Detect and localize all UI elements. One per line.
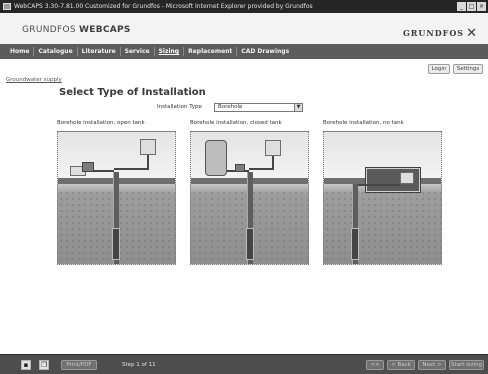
option-label-open-tank: Borehole installation, open tank (57, 120, 145, 126)
nav-literature[interactable]: Literature (78, 47, 121, 56)
soil-texture (324, 190, 441, 264)
dropdown-arrow-icon[interactable]: ▼ (294, 104, 302, 111)
option-label-no-tank: Borehole installation, no tank (323, 120, 404, 126)
window-title: WebCAPS 3.30-7.81.00 Customized for Grun… (14, 3, 313, 10)
window-controls: _ □ × (457, 2, 486, 11)
option-open-tank-illustration[interactable] (57, 131, 176, 265)
logo-mark-icon: ✕ (466, 26, 478, 41)
cable (249, 168, 274, 170)
control-box-icon (265, 140, 281, 156)
login-button[interactable]: Login (428, 64, 450, 74)
pump-control-unit (82, 162, 94, 172)
brand-name: WEBCAPS (79, 25, 131, 35)
wizard-footer: ▪ ❐ Print/PDF Step 1 of 11 << < Back Nex… (0, 354, 488, 374)
logo-text: GRUNDFOS (402, 28, 465, 38)
print-pdf-button[interactable]: Print/PDF (61, 360, 97, 370)
webcaps-window: { "window": { "title": "WebCAPS 3.30-7.8… (0, 0, 488, 374)
save-icon[interactable]: ▪ (21, 360, 31, 370)
window-title-bar: WebCAPS 3.30-7.81.00 Customized for Grun… (0, 0, 488, 13)
back-button[interactable]: < Back (387, 360, 415, 370)
settings-button[interactable]: Settings (453, 64, 483, 74)
step-indicator: Step 1 of 11 (122, 362, 156, 368)
installation-type-value: Borehole (218, 104, 243, 110)
brand-prefix: GRUNDFOS (22, 25, 80, 35)
page-heading: Select Type of Installation (59, 87, 206, 98)
submersible-pump-icon (112, 228, 120, 260)
submersible-pump-icon (351, 228, 359, 260)
cable (147, 155, 149, 169)
control-box-icon (400, 172, 414, 184)
nav-sizing[interactable]: Sizing (155, 47, 185, 56)
installation-type-select[interactable]: Borehole ▼ (214, 103, 303, 112)
nav-cad-drawings[interactable]: CAD Drawings (237, 47, 293, 56)
option-closed-tank-illustration[interactable] (190, 131, 309, 265)
installation-type-label: Installation Type (157, 104, 202, 110)
minimize-button[interactable]: _ (457, 2, 466, 11)
app-brand: GRUNDFOS WEBCAPS (22, 25, 131, 35)
grundfos-logo: GRUNDFOS ✕ (402, 25, 478, 41)
pump-control-unit (235, 164, 245, 172)
submersible-pump-icon (246, 228, 254, 260)
nav-home[interactable]: Home (6, 47, 35, 56)
pressure-tank-icon (205, 140, 227, 176)
pipe (354, 184, 400, 186)
nav-replacement[interactable]: Replacement (184, 47, 238, 56)
option-label-closed-tank: Borehole installation, closed tank (190, 120, 282, 126)
maximize-button[interactable]: □ (467, 2, 476, 11)
close-button[interactable]: × (477, 2, 486, 11)
breadcrumb-groundwater-supply[interactable]: Groundwater supply (6, 77, 62, 83)
nav-service[interactable]: Service (121, 47, 155, 56)
next-button[interactable]: Next > (418, 360, 446, 370)
nav-catalogue[interactable]: Catalogue (34, 47, 78, 56)
start-sizing-button[interactable]: Start sizing (449, 360, 484, 370)
app-window-icon (3, 3, 11, 10)
cable (114, 168, 149, 170)
option-no-tank-illustration[interactable] (323, 131, 442, 265)
main-nav: Home Catalogue Literature Service Sizing… (0, 44, 488, 59)
first-step-button[interactable]: << (366, 360, 384, 370)
copy-icon[interactable]: ❐ (39, 360, 49, 370)
control-box-icon (140, 139, 156, 155)
